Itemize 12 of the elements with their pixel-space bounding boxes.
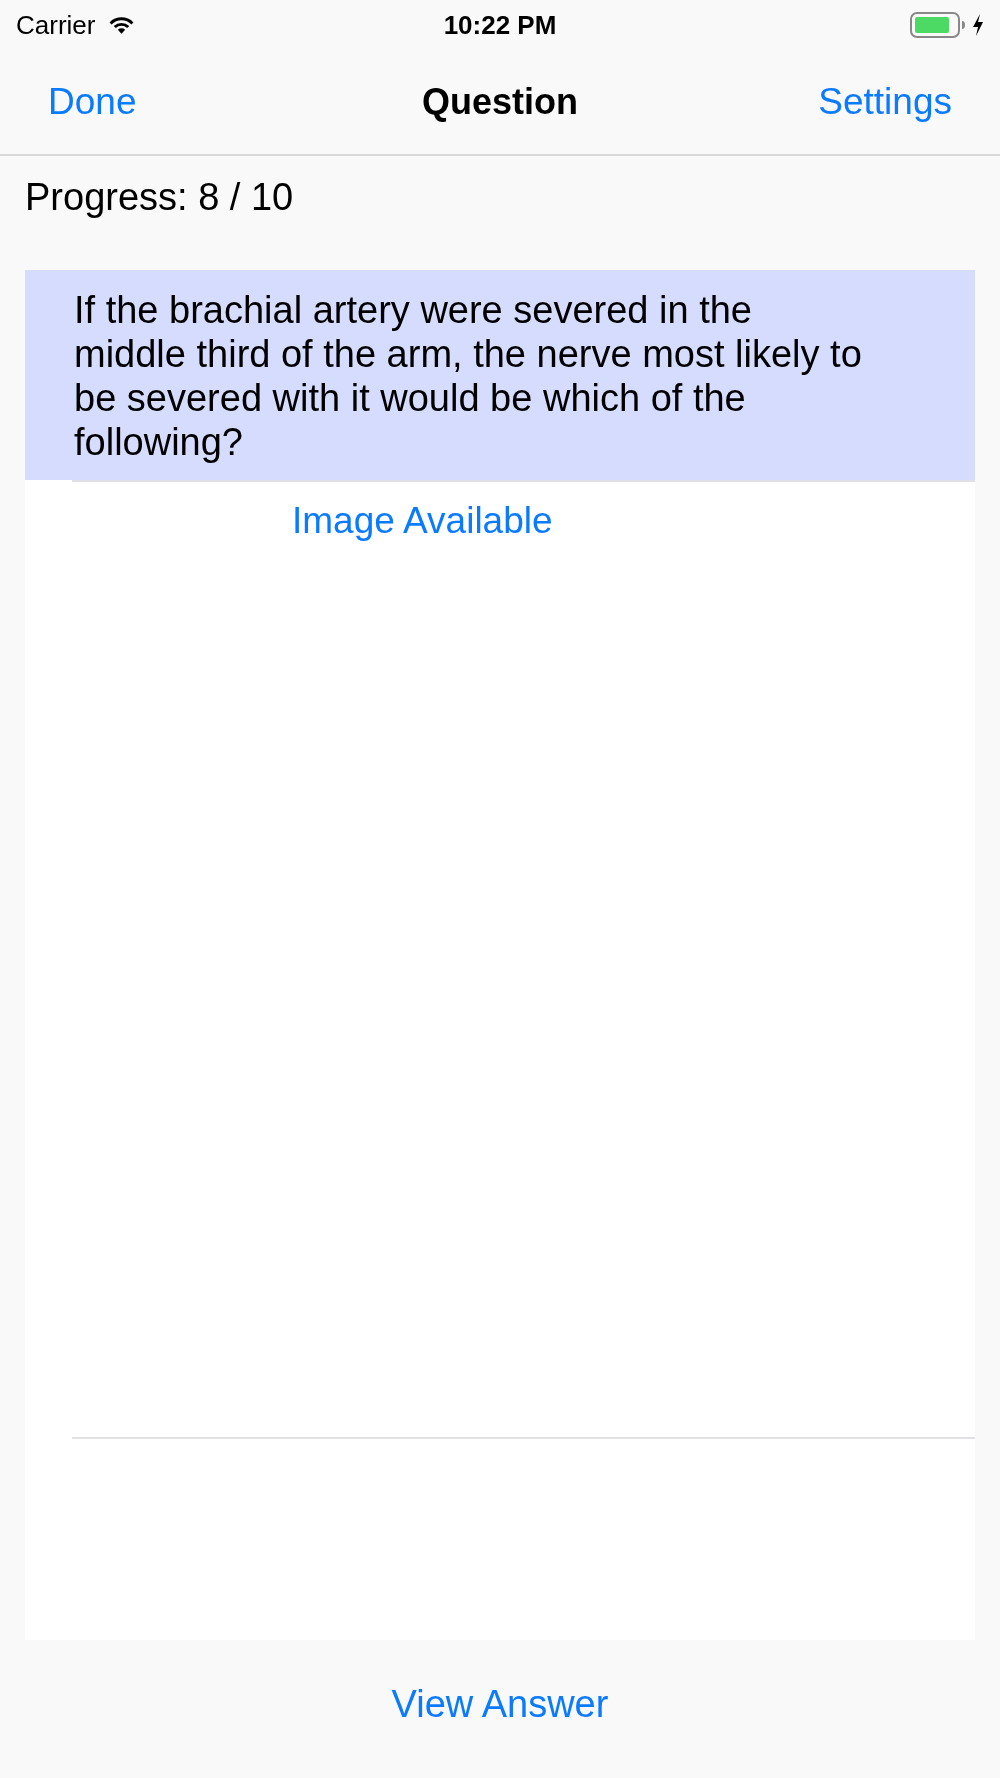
question-text: If the brachial artery were severed in the middle third of the arm, the nerve most likely to be severed with it would be which of the following? <box>25 270 975 480</box>
view-answer-button[interactable]: View Answer <box>383 1674 617 1734</box>
image-link[interactable]: Image Available <box>288 482 557 560</box>
progress-label: Progress: 8 / 10 <box>24 175 295 220</box>
carrier-name: Carrier <box>16 9 96 41</box>
wifi-icon <box>109 15 135 35</box>
charging-bolt-icon <box>972 14 984 36</box>
battery-icon <box>910 11 966 39</box>
clock-time: 10:22 PM <box>443 9 557 41</box>
settings-button[interactable]: Settings <box>810 77 960 127</box>
screen-title: Question <box>422 81 578 123</box>
done-button[interactable]: Done <box>40 77 145 127</box>
